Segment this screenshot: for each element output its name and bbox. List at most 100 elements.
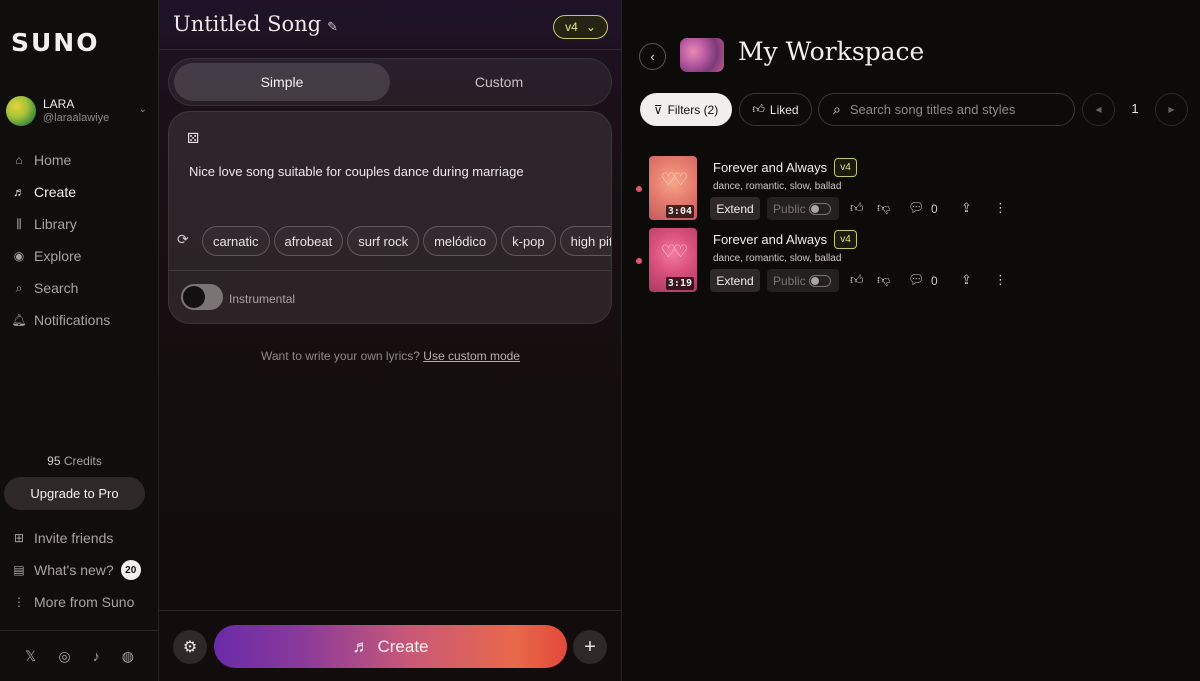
public-toggle[interactable]: Public <box>767 269 839 292</box>
share-icon[interactable]: ⇪ <box>961 272 972 288</box>
use-custom-mode-link[interactable]: Use custom mode <box>423 349 520 363</box>
extend-button[interactable]: Extend <box>710 269 760 292</box>
nav-item-home[interactable]: ⌂ Home <box>0 144 159 176</box>
public-toggle[interactable]: Public <box>767 197 839 220</box>
credits-count: 95 Credits <box>47 454 102 468</box>
create-button[interactable]: ♬ Create <box>214 625 567 668</box>
search-icon: ⌕ <box>15 280 23 295</box>
thumbs-down-icon[interactable]: 👎︎ <box>877 272 890 288</box>
next-page-button[interactable]: ▶ <box>1155 93 1188 126</box>
gift-icon: ⊞ <box>13 531 25 545</box>
tiktok-icon[interactable]: ♪ <box>93 648 100 664</box>
style-tag[interactable]: melódico <box>423 226 498 256</box>
style-tag[interactable]: afrobeat <box>273 226 344 256</box>
chevron-down-icon: ⌄ <box>138 104 147 115</box>
music-note-icon: ♬ <box>352 636 370 656</box>
custom-mode-hint: Want to write your own lyrics? Use custo… <box>261 349 520 363</box>
suno-logo[interactable]: SUNO <box>11 28 99 57</box>
nav-item-create[interactable]: ♬ Create <box>0 176 159 208</box>
thumbs-up-icon[interactable]: 👍︎ <box>850 272 864 288</box>
search-icon: ⌕ <box>833 101 841 117</box>
library-icon: ⫼ <box>16 216 22 231</box>
create-panel: Untitled Song ✎ v4 ⌄ Simple Custom ⚄ Nice… <box>159 0 622 681</box>
secondary-nav: ⊞ Invite friends ▤ What's new? 20 ⋮ More… <box>0 522 159 618</box>
more-vertical-icon[interactable]: ⋮ <box>994 200 1007 216</box>
discord-icon[interactable]: ◍ <box>122 648 134 665</box>
chevron-left-icon: ‹ <box>650 49 655 64</box>
song-title[interactable]: Forever and Always <box>713 160 827 175</box>
song-title[interactable]: Forever and Always <box>713 232 827 247</box>
prev-page-button[interactable]: ◀ <box>1082 93 1115 126</box>
more-vertical-icon[interactable]: ⋮ <box>994 272 1007 288</box>
thumbs-up-icon: 👍︎ <box>752 102 765 116</box>
hearts-icon: ♡♡ <box>660 170 688 189</box>
song-title[interactable]: Untitled Song ✎ <box>173 12 338 36</box>
song-row[interactable]: ♡♡ 3:19 Forever and Always v4 dance, rom… <box>622 228 1200 296</box>
main-nav: ⌂ Home ♬ Create ⫼ Library ◉ Explore ⌕ Se… <box>0 144 159 336</box>
add-button[interactable]: + <box>573 630 607 664</box>
user-menu[interactable]: LARA @laraalawiye ⌄ <box>6 94 151 128</box>
nav-item-notifications[interactable]: 🔔︎ Notifications <box>0 304 159 336</box>
avatar <box>6 96 36 126</box>
create-header: Untitled Song ✎ v4 ⌄ <box>159 0 622 50</box>
song-duration: 3:04 <box>665 205 694 218</box>
song-version-badge: v4 <box>834 230 857 249</box>
settings-button[interactable]: ⚙ <box>173 630 207 664</box>
share-icon[interactable]: ⇪ <box>961 200 972 216</box>
pencil-icon[interactable]: ✎ <box>327 20 338 35</box>
thumbs-up-icon[interactable]: 👍︎ <box>850 200 864 216</box>
version-select[interactable]: v4 ⌄ <box>553 15 608 39</box>
user-name: LARA <box>43 97 75 111</box>
song-search-box: ⌕ <box>818 93 1075 126</box>
song-styles: dance, romantic, slow, ballad <box>713 253 842 264</box>
upgrade-button[interactable]: Upgrade to Pro <box>4 477 145 510</box>
extend-button[interactable]: Extend <box>710 197 760 220</box>
comment-icon[interactable]: 💬︎ <box>908 272 925 288</box>
gear-icon: ⚙ <box>182 639 198 656</box>
nav-item-library[interactable]: ⫼ Library <box>0 208 159 240</box>
song-description-input[interactable]: Nice love song suitable for couples danc… <box>189 164 524 179</box>
more-from-suno-link[interactable]: ⋮ More from Suno <box>0 586 159 618</box>
song-search-input[interactable] <box>849 102 1060 117</box>
song-cover[interactable]: ♡♡ 3:19 <box>649 228 697 292</box>
nav-item-search[interactable]: ⌕ Search <box>0 272 159 304</box>
comment-icon[interactable]: 💬︎ <box>908 200 925 216</box>
thumbs-down-icon[interactable]: 👎︎ <box>877 200 890 216</box>
whats-new-link[interactable]: ▤ What's new? 20 <box>0 554 159 586</box>
song-cover[interactable]: ♡♡ 3:04 <box>649 156 697 220</box>
chevron-down-icon: ⌄ <box>585 20 596 34</box>
liked-button[interactable]: 👍︎ Liked <box>739 93 812 126</box>
style-tag[interactable]: high pitch <box>559 226 611 256</box>
song-description-box: ⚄ Nice love song suitable for couples da… <box>168 111 612 324</box>
suno-app: SUNO LARA @laraalawiye ⌄ ⌂ Home ♬ Create… <box>0 0 1200 681</box>
document-icon: ▤ <box>13 563 25 577</box>
whats-new-badge: 20 <box>120 560 141 580</box>
triangle-right-icon: ▶ <box>1168 105 1175 114</box>
nav-item-explore[interactable]: ◉ Explore <box>0 240 159 272</box>
hearts-icon: ♡♡ <box>660 242 688 261</box>
back-button[interactable]: ‹ <box>639 43 666 70</box>
refresh-icon[interactable]: ⟳ <box>177 231 191 248</box>
workspace-panel: ‹ My Workspace ⊽ Filters (2) 👍︎ Liked ⌕ … <box>622 0 1200 681</box>
compass-icon: ◉ <box>13 249 25 263</box>
song-row[interactable]: ♡♡ 3:04 Forever and Always v4 dance, rom… <box>622 156 1200 224</box>
toggle-switch <box>809 275 831 287</box>
mode-switch: Simple Custom <box>168 58 612 106</box>
x-icon[interactable]: 𝕏 <box>25 648 36 665</box>
song-duration: 3:19 <box>665 277 694 290</box>
style-tag[interactable]: surf rock <box>347 226 420 256</box>
instagram-icon[interactable]: ◎ <box>58 648 70 665</box>
tab-simple[interactable]: Simple <box>174 63 390 101</box>
toggle-knob <box>183 286 205 308</box>
style-tag[interactable]: carnatic <box>202 226 270 256</box>
style-tags: carnatic afrobeat surf rock melódico k-p… <box>202 226 611 256</box>
filters-button[interactable]: ⊽ Filters (2) <box>640 93 732 126</box>
style-tag[interactable]: k-pop <box>501 226 556 256</box>
social-links: 𝕏 ◎ ♪ ◍ <box>0 630 159 681</box>
song-styles: dance, romantic, slow, ballad <box>713 181 842 192</box>
invite-friends-link[interactable]: ⊞ Invite friends <box>0 522 159 554</box>
tab-custom[interactable]: Custom <box>391 63 607 101</box>
instrumental-toggle[interactable] <box>181 284 223 310</box>
dice-icon[interactable]: ⚄ <box>187 130 199 147</box>
user-handle: @laraalawiye <box>43 112 110 124</box>
